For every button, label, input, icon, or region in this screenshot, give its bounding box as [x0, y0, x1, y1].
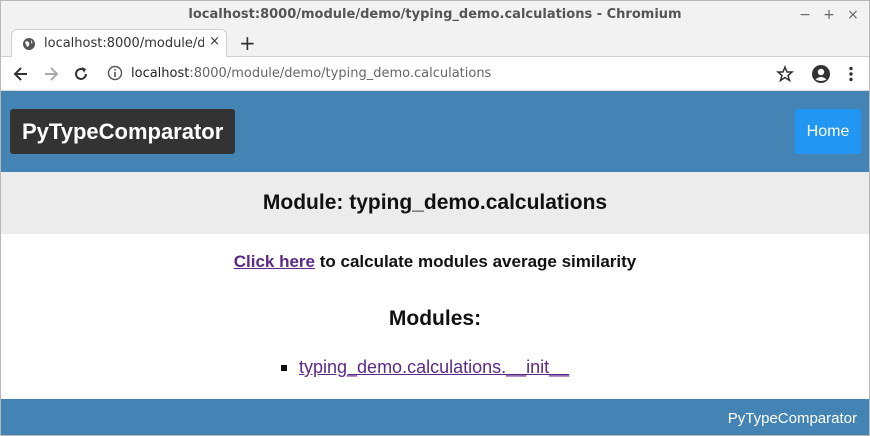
- title-bar: localhost:8000/module/demo/typing_demo.c…: [1, 1, 869, 29]
- site-navbar: PyTypeComparator Home: [1, 91, 869, 172]
- reload-icon[interactable]: [71, 64, 91, 84]
- tab-active[interactable]: localhost:8000/module/demo/typing_demo.c…: [11, 29, 227, 58]
- modules-list: typing_demo.calculations.__init__: [281, 357, 569, 378]
- similarity-line: Click here to calculate modules average …: [1, 252, 869, 272]
- forward-arrow-icon[interactable]: [41, 64, 61, 84]
- menu-dots-icon[interactable]: [841, 64, 861, 84]
- back-arrow-icon[interactable]: [11, 64, 31, 84]
- new-tab-button[interactable]: +: [239, 31, 256, 55]
- footer-text: PyTypeComparator: [727, 410, 857, 427]
- url-host: localhost: [131, 66, 190, 81]
- tab-strip: localhost:8000/module/demo/typing_demo.c…: [1, 29, 869, 58]
- page-title: Module: typing_demo.calculations: [262, 191, 608, 214]
- account-icon[interactable]: [811, 64, 831, 84]
- browser-window: localhost:8000/module/demo/typing_demo.c…: [0, 0, 870, 436]
- minimize-button[interactable]: −: [795, 5, 815, 25]
- globe-icon: [23, 38, 35, 50]
- similarity-text: to calculate modules average similarity: [315, 252, 637, 271]
- home-button[interactable]: Home: [795, 109, 861, 154]
- maximize-button[interactable]: +: [819, 5, 839, 25]
- list-item: typing_demo.calculations.__init__: [281, 357, 569, 378]
- site-footer: PyTypeComparator: [1, 399, 869, 435]
- star-icon[interactable]: [775, 64, 795, 84]
- module-link[interactable]: typing_demo.calculations.__init__: [299, 357, 569, 377]
- address-bar[interactable]: localhost:8000/module/demo/typing_demo.c…: [103, 61, 763, 87]
- tab-title: localhost:8000/module/demo/typing_demo.c…: [44, 36, 204, 51]
- bullet-icon: [281, 365, 287, 371]
- close-window-button[interactable]: ×: [843, 5, 863, 25]
- page-viewport: PyTypeComparator Home Module: typing_dem…: [1, 91, 869, 435]
- browser-toolbar: localhost:8000/module/demo/typing_demo.c…: [1, 57, 869, 91]
- heading-band: Module: typing_demo.calculations: [1, 172, 869, 234]
- url-path: :8000/module/demo/typing_demo.calculatio…: [189, 66, 492, 81]
- brand-logo[interactable]: PyTypeComparator: [10, 109, 236, 154]
- window-title: localhost:8000/module/demo/typing_demo.c…: [188, 7, 682, 22]
- url-text[interactable]: localhost:8000/module/demo/typing_demo.c…: [131, 66, 491, 81]
- info-icon[interactable]: [107, 65, 123, 81]
- tab-close-icon[interactable]: ×: [209, 34, 220, 49]
- similarity-link[interactable]: Click here: [234, 252, 315, 271]
- modules-heading: Modules:: [388, 307, 482, 330]
